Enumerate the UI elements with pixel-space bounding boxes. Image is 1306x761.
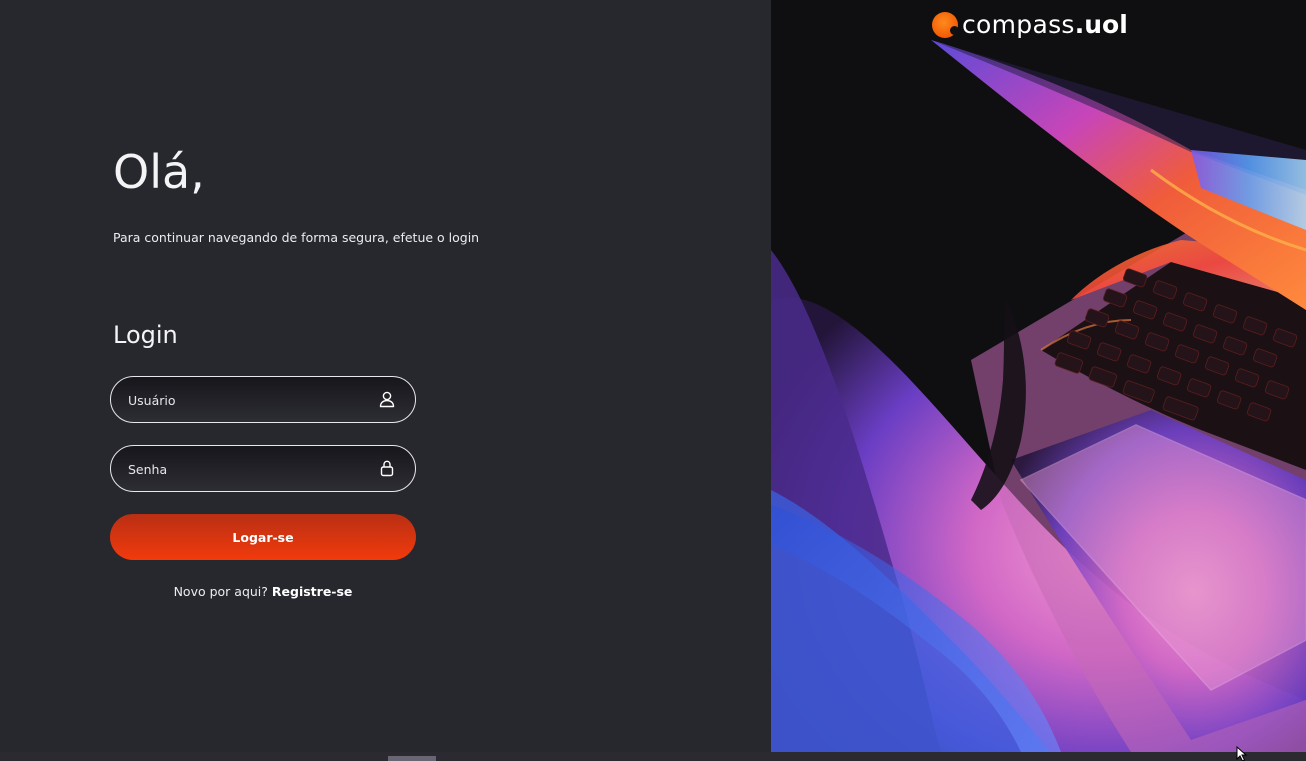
login-panel: Olá, Para continuar navegando de forma s… xyxy=(0,0,771,752)
logo-dot: . xyxy=(1074,10,1085,39)
compass-logo-icon xyxy=(932,12,959,38)
username-input[interactable] xyxy=(126,377,370,423)
register-line: Novo por aqui? Registre-se xyxy=(110,583,416,601)
register-prompt: Novo por aqui? xyxy=(173,584,268,599)
bottom-scrollbar-thumb[interactable] xyxy=(388,756,436,761)
login-page: Olá, Para continuar navegando de forma s… xyxy=(0,0,1306,761)
password-input[interactable] xyxy=(126,446,370,492)
logo-brand: uol xyxy=(1084,10,1128,39)
lock-icon xyxy=(380,460,394,477)
login-heading: Login xyxy=(113,321,178,349)
register-link[interactable]: Registre-se xyxy=(272,584,353,599)
user-icon xyxy=(379,391,395,408)
bottom-scrollbar-track[interactable] xyxy=(0,752,1306,761)
hero-image: compass . uol xyxy=(771,0,1306,752)
brand-logo: compass . uol xyxy=(932,8,1128,42)
laptop-illustration xyxy=(771,0,1306,752)
mouse-pointer-icon xyxy=(1236,746,1248,761)
greeting-subtitle: Para continuar navegando de forma segura… xyxy=(113,230,480,245)
logo-word: compass xyxy=(962,10,1075,39)
username-field[interactable] xyxy=(110,376,416,423)
login-button[interactable]: Logar-se xyxy=(110,514,416,560)
password-field[interactable] xyxy=(110,445,416,492)
greeting-title: Olá, xyxy=(113,145,205,199)
